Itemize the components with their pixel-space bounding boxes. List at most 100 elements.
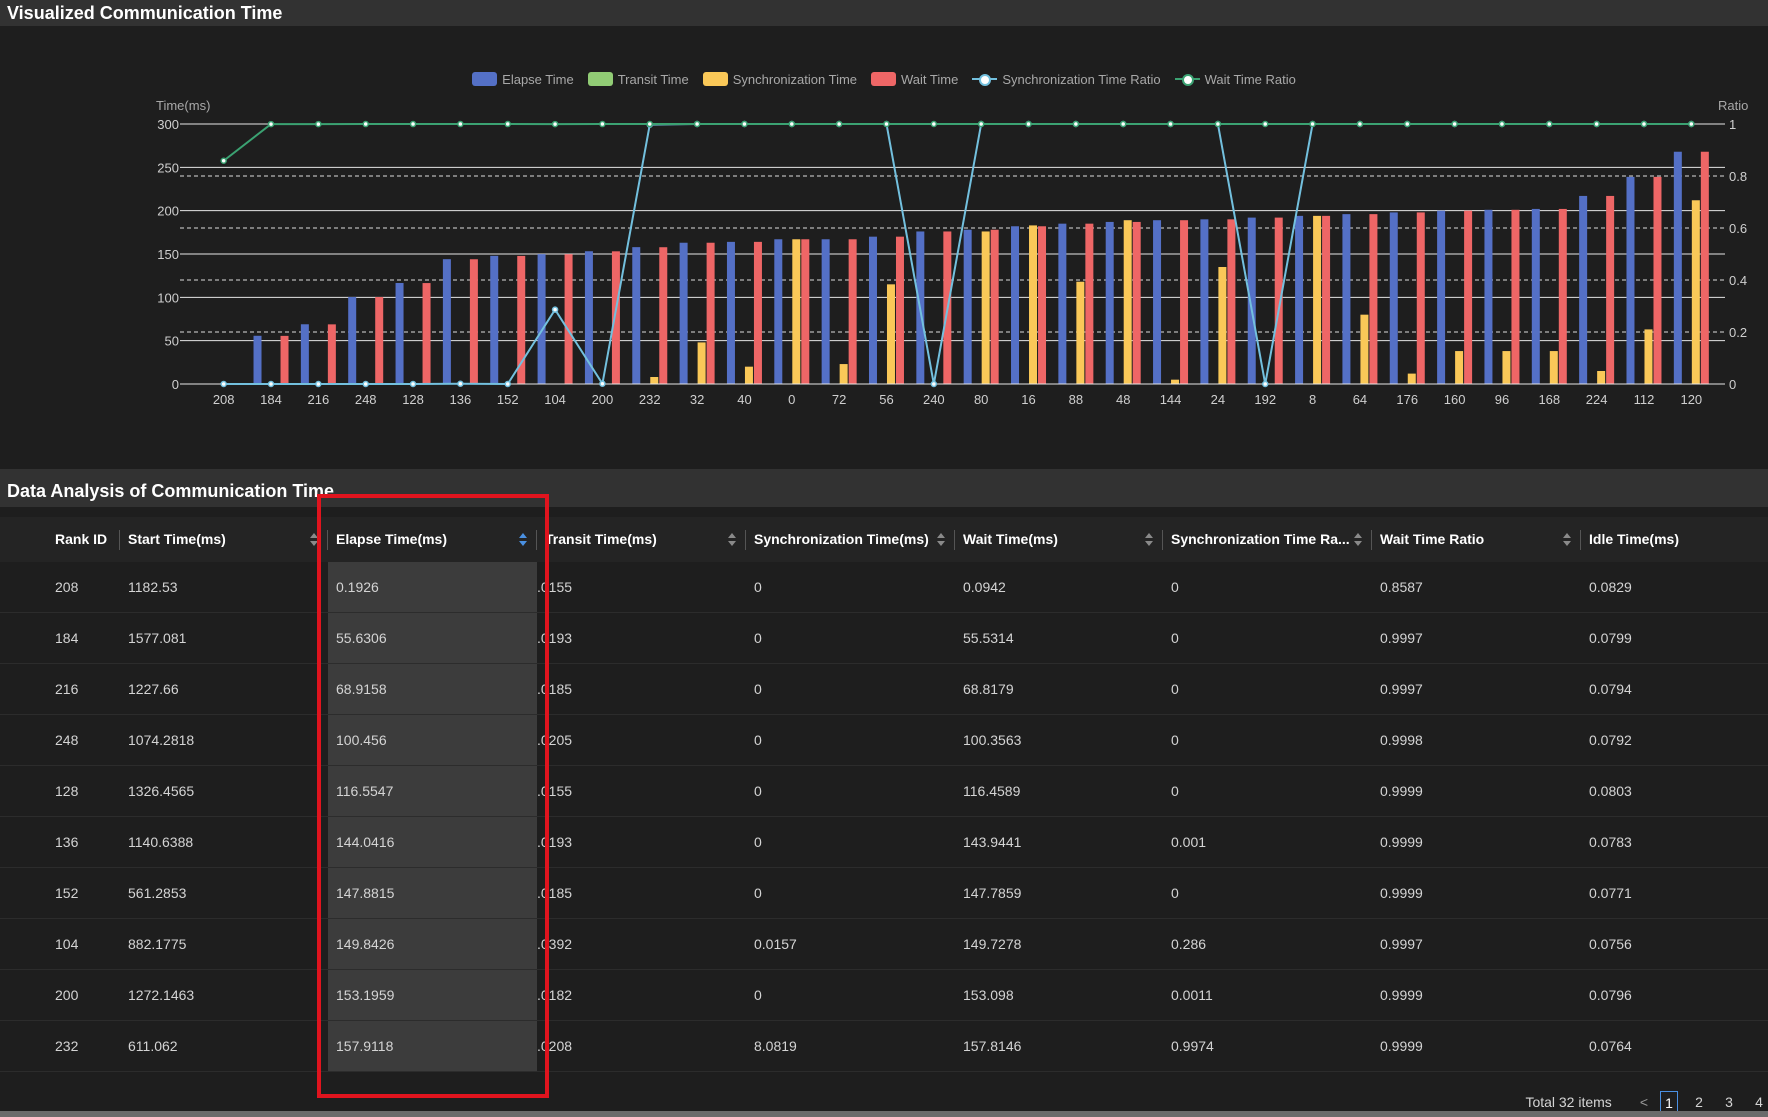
table-cell: 0.0796 — [1589, 987, 1632, 1003]
table-cell: 157.8146 — [963, 1038, 1022, 1054]
page-2-button[interactable]: 2 — [1690, 1091, 1708, 1113]
point-wait-time-ratio — [1593, 120, 1600, 128]
table-cell: 153.098 — [963, 987, 1014, 1003]
x-tick-label: 240 — [923, 392, 945, 407]
page-1-button[interactable]: 1 — [1660, 1091, 1678, 1113]
bar-wait-time — [280, 335, 289, 384]
table-cell: 0 — [754, 834, 762, 850]
bar-synchronization-time — [1549, 351, 1558, 384]
legend-item-elapse-time[interactable]: Elapse Time — [472, 70, 574, 88]
table-cell: .0155 — [537, 579, 573, 595]
page-3-button[interactable]: 3 — [1720, 1091, 1738, 1113]
table-cell: 149.7278 — [963, 936, 1022, 952]
table-cell: 0.0771 — [1589, 885, 1632, 901]
table-cell: 100.3563 — [963, 732, 1022, 748]
legend-item-transit-time[interactable]: Transit Time — [587, 70, 689, 88]
sort-icon[interactable] — [1145, 533, 1153, 547]
right-tick-label: 0.4 — [1729, 273, 1747, 288]
table-cell: 136 — [55, 834, 79, 850]
bar-elapse-time — [1105, 221, 1114, 384]
table-row[interactable]: 200 1272.1463 153.1959.0182 0 153.098 0.0011 0… — [0, 970, 1768, 1021]
x-tick-label: 224 — [1586, 392, 1608, 407]
table-row[interactable]: 216 1227.66 68.9158.0185 0 68.8179 0 0.9997 0.0… — [0, 664, 1768, 715]
column-header-synchronization-time-ra[interactable]: Synchronization Time Ra... — [1163, 517, 1372, 562]
bar-synchronization-time — [981, 231, 990, 384]
bar-synchronization-time — [792, 239, 801, 384]
legend-item-wait-time[interactable]: Wait Time — [871, 70, 958, 88]
table-cell: 232 — [55, 1038, 79, 1054]
point-wait-time-ratio — [930, 120, 938, 128]
table-cell: 157.9118 — [328, 1021, 537, 1071]
table-row[interactable]: 184 1577.081 55.6306.0193 0 55.5314 0 0.9997 0.… — [0, 613, 1768, 664]
x-tick-label: 8 — [1309, 392, 1316, 407]
legend-swatch-icon — [871, 72, 897, 86]
column-header-idle-time-ms[interactable]: Idle Time(ms) — [1581, 517, 1768, 562]
communication-time-chart: 0 50 100 150 200 250 300 0 0.2 0.4 0.6 0.8 1 Time(ms)… — [156, 98, 1748, 407]
table-cell: 1140.6388 — [128, 834, 194, 850]
point-wait-time-ratio — [1498, 120, 1506, 128]
table-row[interactable]: 136 1140.6388 144.0416.0193 0 143.9441 0.001 0… — [0, 817, 1768, 868]
sort-icon[interactable] — [1354, 533, 1362, 547]
prev-page-button[interactable]: < — [1640, 1094, 1648, 1110]
column-header-synchronization-time-ms[interactable]: Synchronization Time(ms) — [746, 517, 955, 562]
table-cell: 0 — [1171, 630, 1179, 646]
table-cell: 0 — [1171, 783, 1179, 799]
column-header-label: Synchronization Time Ra... — [1171, 531, 1350, 547]
point-synchronization-time-ratio — [362, 380, 369, 388]
bar-elapse-time — [1389, 212, 1398, 384]
column-header-wait-time-ms[interactable]: Wait Time(ms) — [955, 517, 1163, 562]
point-synchronization-time-ratio — [267, 380, 275, 388]
bar-elapse-time — [868, 236, 877, 384]
sort-icon[interactable] — [1563, 533, 1571, 547]
page-4-button[interactable]: 4 — [1750, 1091, 1768, 1113]
column-header-start-time-ms[interactable]: Start Time(ms) — [120, 517, 328, 562]
column-header-elapse-time-ms[interactable]: Elapse Time(ms) — [328, 517, 537, 562]
table-row[interactable]: 232 611.062 157.9118.0208 8.0819 157.8146 0.9… — [0, 1021, 1768, 1072]
table-cell: 1227.66 — [128, 681, 179, 697]
bar-wait-time — [1606, 195, 1615, 384]
table-row[interactable]: 104 882.1775 149.8426.0392 0.0157 149.7278 0.… — [0, 919, 1768, 970]
x-tick-label: 56 — [879, 392, 893, 407]
table-cell: 0.0803 — [1589, 783, 1632, 799]
bottom-scrollbar[interactable] — [0, 1111, 1768, 1117]
x-tick-label: 152 — [497, 392, 519, 407]
legend-item-synchronization-time[interactable]: Synchronization Time — [702, 70, 857, 88]
point-wait-time-ratio — [883, 120, 890, 128]
table-cell: .0193 — [537, 630, 573, 646]
x-tick-label: 160 — [1444, 392, 1466, 407]
legend-item-wait-time-ratio[interactable]: Wait Time Ratio — [1174, 70, 1296, 88]
column-header-rank-id[interactable]: Rank ID — [0, 517, 120, 562]
column-header-wait-time-ratio[interactable]: Wait Time Ratio — [1372, 517, 1581, 562]
table-cell: .0182 — [537, 987, 573, 1003]
x-tick-label: 104 — [544, 392, 566, 407]
table-row[interactable]: 248 1074.2818 100.456.0205 0 100.3563 0 0.9998… — [0, 715, 1768, 766]
table-cell: 116.4589 — [963, 783, 1021, 799]
column-header-label: Rank ID — [55, 531, 108, 547]
bar-synchronization-time — [839, 364, 848, 384]
table-row[interactable]: 208 1182.53 0.1926.0155 0 0.0942 0 0.8587 0.082… — [0, 562, 1768, 613]
bar-elapse-time — [1153, 220, 1162, 384]
bar-synchronization-time — [697, 342, 706, 384]
table-cell: .0392 — [537, 936, 573, 952]
column-header-transit-time-ms[interactable]: Transit Time(ms) — [537, 517, 746, 562]
table-cell: 0.0792 — [1589, 732, 1632, 748]
point-wait-time-ratio — [788, 120, 796, 128]
legend-label: Transit Time — [617, 71, 689, 87]
sort-icon[interactable] — [519, 533, 527, 547]
data-table: Rank ID Start Time(ms) Elapse Time(ms) Tran… — [0, 507, 1768, 1087]
point-synchronization-time-ratio — [930, 380, 938, 388]
left-tick-label: 250 — [157, 160, 179, 175]
legend-item-synchronization-time-ratio[interactable]: Synchronization Time Ratio — [972, 70, 1161, 88]
table-cell: 0.0799 — [1589, 630, 1632, 646]
point-wait-time-ratio — [1119, 120, 1127, 128]
table-cell: 248 — [55, 732, 79, 748]
table-row[interactable]: 128 1326.4565 116.5547.0155 0 116.4589 0 0.999… — [0, 766, 1768, 817]
table-cell: 0 — [1171, 885, 1179, 901]
legend-label: Synchronization Time Ratio — [1002, 71, 1161, 87]
table-row[interactable]: 152 561.2853 147.8815.0185 0 147.7859 0 0.9999… — [0, 868, 1768, 919]
sort-icon[interactable] — [310, 533, 318, 547]
sort-icon[interactable] — [728, 533, 736, 547]
total-items-label: Total 32 items — [1525, 1094, 1612, 1110]
point-wait-time-ratio — [1167, 120, 1174, 128]
sort-icon[interactable] — [937, 533, 945, 547]
